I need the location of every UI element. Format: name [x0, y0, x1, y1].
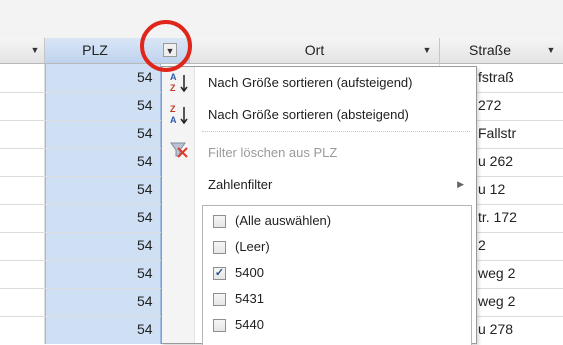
table-cell-plz[interactable]: 54 — [137, 125, 153, 141]
svg-text:Z: Z — [170, 83, 176, 93]
menu-separator — [202, 131, 470, 132]
table-cell-plz[interactable]: 54 — [137, 321, 153, 337]
column-header-label: PLZ — [82, 42, 108, 58]
clear-filter-icon — [169, 141, 189, 163]
menu-item-label: Filter löschen aus PLZ — [208, 145, 338, 160]
sort-ascending-icon: A Z — [169, 71, 189, 93]
strasse-filter-dropdown-button[interactable]: ▼ — [544, 43, 558, 57]
table-cell-strasse[interactable]: fstraß — [478, 69, 514, 85]
toolbar-area — [0, 0, 563, 39]
checkbox[interactable] — [213, 319, 226, 332]
checklist-item-label: 5400 — [235, 265, 264, 280]
chevron-right-icon: ▶ — [457, 179, 464, 189]
table-cell-strasse[interactable]: u 262 — [478, 153, 513, 169]
column-header-ort[interactable]: Ort ▼ — [190, 38, 440, 64]
table-cell-plz[interactable]: 54 — [137, 153, 153, 169]
svg-text:A: A — [170, 115, 177, 125]
svg-text:A: A — [170, 72, 177, 82]
checklist-item-label: (Leer) — [235, 239, 270, 254]
row-selector-header[interactable]: ▼ — [0, 38, 45, 64]
ort-filter-dropdown-button[interactable]: ▼ — [420, 43, 434, 57]
table-cell-plz[interactable]: 54 — [137, 69, 153, 85]
table-cell-strasse[interactable]: weg 2 — [478, 265, 515, 281]
table-cell-plz[interactable]: 54 — [137, 181, 153, 197]
column-header-label: Ort — [304, 42, 325, 58]
menu-item-label: Zahlenfilter — [208, 177, 273, 192]
table-cell-plz[interactable]: 54 — [137, 97, 153, 113]
menu-item-label: Nach Größe sortieren (absteigend) — [208, 107, 409, 122]
checkbox[interactable] — [213, 215, 226, 228]
checklist-item-label: 5440 — [235, 317, 264, 332]
column-divider — [44, 64, 45, 344]
table-cell-plz[interactable]: 54 — [137, 209, 153, 225]
sort-descending-icon: Z A — [169, 103, 189, 125]
checkbox[interactable] — [213, 293, 226, 306]
table-cell-plz[interactable]: 54 — [137, 293, 153, 309]
highlight-circle-annotation — [140, 20, 192, 72]
table-cell-strasse[interactable]: tr. 172 — [478, 209, 517, 225]
chevron-down-icon[interactable]: ▼ — [28, 43, 42, 57]
table-cell-strasse[interactable]: 272 — [478, 97, 501, 113]
table-cell-strasse[interactable]: u 278 — [478, 321, 513, 337]
checklist-item-label: 5431 — [235, 291, 264, 306]
checkbox[interactable] — [213, 241, 226, 254]
svg-text:Z: Z — [170, 104, 176, 114]
checklist-item-label: (Alle auswählen) — [235, 213, 332, 228]
table-cell-plz[interactable]: 54 — [137, 265, 153, 281]
table-cell-strasse[interactable]: weg 2 — [478, 293, 515, 309]
checkmark-icon: ✓ — [214, 267, 225, 279]
menu-item-label: Nach Größe sortieren (aufsteigend) — [208, 75, 413, 90]
table-cell-plz[interactable]: 54 — [137, 237, 153, 253]
table-cell-strasse[interactable]: Fallstr — [478, 125, 516, 141]
table-cell-strasse[interactable]: u 12 — [478, 181, 505, 197]
column-header-strasse[interactable]: Straße ▼ — [440, 38, 563, 64]
plz-filter-menu: A Z Nach Größe sortieren (aufsteigend) Z… — [161, 66, 477, 345]
checkbox[interactable]: ✓ — [213, 267, 226, 280]
column-header-label: Straße — [468, 42, 511, 58]
table-cell-strasse[interactable]: 2 — [478, 237, 486, 253]
filter-value-list[interactable]: (Alle auswählen) (Leer) ✓ 5400 5431 5440 — [202, 205, 472, 345]
